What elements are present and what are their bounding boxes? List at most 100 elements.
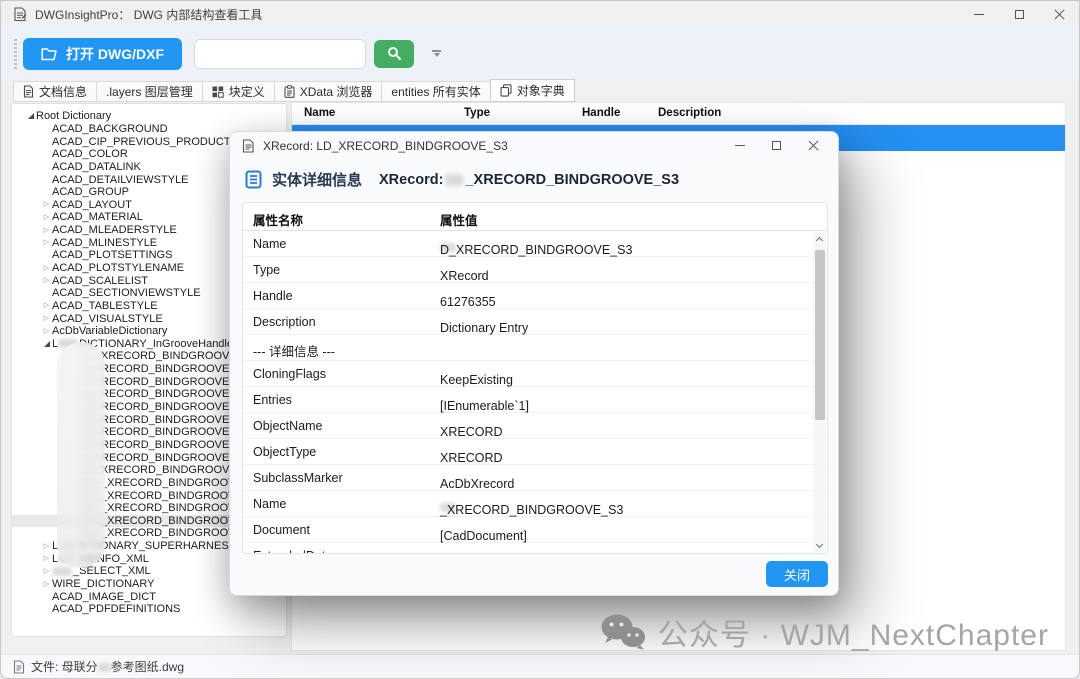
column-header-handle[interactable]: Handle xyxy=(582,107,620,119)
dialog-close-action-button[interactable]: 关闭 xyxy=(766,561,828,587)
tree-item-label: _SELECT_XML xyxy=(73,565,151,577)
property-name: ObjectName xyxy=(253,419,322,433)
tree-item-label: ACAD_MLINESTYLE xyxy=(52,237,157,249)
search-input[interactable] xyxy=(194,39,366,69)
property-row[interactable]: DescriptionDictionary Entry xyxy=(243,309,827,335)
chevron-collapsed-icon[interactable] xyxy=(41,555,52,562)
tab-xdata[interactable]: XData 浏览器 xyxy=(274,81,382,102)
status-bar: 文件: 母联分参考图纸.dwg xyxy=(1,654,1079,678)
property-row[interactable]: Handle 61276355 xyxy=(243,283,827,309)
property-row[interactable]: --- 详细信息 --- xyxy=(243,335,827,361)
minimize-icon xyxy=(735,145,745,146)
tree-item-label: ACAD_TABLESTYLE xyxy=(52,300,158,312)
chevron-collapsed-icon[interactable] xyxy=(41,302,52,309)
property-value-text: KeepExisting xyxy=(440,373,513,387)
tree-item-label: DICTIONARY_InGrooveHandle xyxy=(79,338,233,350)
property-row[interactable]: Name_XRECORD_BINDGROOVE_S3 xyxy=(243,491,827,517)
copy-icon xyxy=(500,84,512,97)
chevron-collapsed-icon[interactable] xyxy=(41,227,52,234)
property-row[interactable]: ExtendedData[ExtendedDataDictionary] xyxy=(243,543,827,554)
tab-doc-info[interactable]: 文档信息 xyxy=(13,81,96,102)
property-name: Handle xyxy=(253,289,293,303)
scroll-down-button[interactable] xyxy=(813,538,826,552)
chevron-expanded-icon[interactable] xyxy=(25,113,36,119)
chevron-collapsed-icon[interactable] xyxy=(41,239,52,246)
chevron-collapsed-icon[interactable] xyxy=(41,328,52,335)
censor-blur xyxy=(80,478,100,487)
property-name: ObjectType xyxy=(253,445,316,459)
toolbar-grip[interactable] xyxy=(14,39,17,69)
maximize-icon xyxy=(1015,10,1024,19)
tab-blocks[interactable]: 块定义 xyxy=(202,81,274,102)
property-row[interactable]: NameD_XRECORD_BINDGROOVE_S3 xyxy=(243,231,827,257)
minimize-button[interactable] xyxy=(959,1,999,27)
property-row[interactable]: TypeXRecord xyxy=(243,257,827,283)
chevron-collapsed-icon[interactable] xyxy=(41,214,52,221)
dialog-scrollbar[interactable] xyxy=(813,232,826,552)
tab-layers[interactable]: .layers 图层管理 xyxy=(96,81,202,102)
close-button[interactable] xyxy=(1039,1,1079,27)
column-header-name[interactable]: Name xyxy=(304,107,335,119)
property-row[interactable]: Entries[IEnumerable`1] xyxy=(243,387,827,413)
chevron-collapsed-icon[interactable] xyxy=(41,568,52,575)
tree-item-label: ICTIONARY_SUPERHARNESS xyxy=(79,540,236,552)
maximize-button[interactable] xyxy=(999,1,1039,27)
search-button[interactable] xyxy=(374,40,414,68)
property-value-text: [CadDocument] xyxy=(440,529,527,543)
title-bar: DWGInsightPro： DWG 内部结构查看工具 xyxy=(1,1,1079,27)
clipboard-icon xyxy=(284,85,295,98)
entity-table-header: Name Type Handle Description xyxy=(292,103,1065,125)
tree-item-label: ACAD_IMAGE_DICT xyxy=(52,591,156,603)
chevron-collapsed-icon[interactable] xyxy=(41,277,52,284)
chevron-expanded-icon[interactable] xyxy=(41,341,52,347)
open-dwg-button[interactable]: 打开 DWG/DXF xyxy=(23,38,182,70)
tree-item[interactable]: ACAD_PDFDEFINITIONS xyxy=(12,603,286,616)
document-icon xyxy=(23,85,34,98)
tree-item-label: ACAD_DATALINK xyxy=(52,161,141,173)
tab-label: 对象字典 xyxy=(517,82,565,99)
tree-item-label: ACAD_LAYOUT xyxy=(52,199,132,211)
scrollbar-thumb[interactable] xyxy=(815,250,825,420)
censor-blur xyxy=(80,491,100,500)
dialog-close-button[interactable] xyxy=(795,132,832,159)
chevron-collapsed-icon[interactable] xyxy=(41,201,52,208)
property-row[interactable]: ObjectTypeXRECORD xyxy=(243,439,827,465)
chevron-collapsed-icon[interactable] xyxy=(41,543,52,550)
tree-item[interactable]: Root Dictionary xyxy=(12,110,286,123)
property-row[interactable]: ObjectNameXRECORD xyxy=(243,413,827,439)
dialog-header-value-text: _XRECORD_BINDGROOVE_S3 xyxy=(465,172,679,188)
property-row[interactable]: Document[CadDocument] xyxy=(243,517,827,543)
tab-entities[interactable]: entities 所有实体 xyxy=(381,81,489,102)
status-file-prefix: 文件: 母联分 xyxy=(31,660,98,674)
property-value-text: [IEnumerable`1] xyxy=(440,399,529,413)
censor-blur xyxy=(445,174,463,186)
column-header-property-value: 属性值 xyxy=(440,210,478,229)
app-window: DWGInsightPro： DWG 内部结构查看工具 打开 DWG/DXF 文… xyxy=(0,0,1080,679)
censor-blur xyxy=(58,554,78,563)
censor-blur xyxy=(58,339,78,348)
dialog-minimize-button[interactable] xyxy=(721,132,758,159)
column-header-type[interactable]: Type xyxy=(464,107,490,119)
chevron-collapsed-icon[interactable] xyxy=(41,581,52,588)
censor-blur xyxy=(80,415,100,424)
tree-item-label: ACAD_PLOTSETTINGS xyxy=(52,249,172,261)
property-row[interactable]: SubclassMarkerAcDbXrecord xyxy=(243,465,827,491)
chevron-collapsed-icon[interactable] xyxy=(41,315,52,322)
toolbar-overflow-button[interactable] xyxy=(432,50,441,57)
dialog-maximize-button[interactable] xyxy=(758,132,795,159)
property-value-text: 61276355 xyxy=(440,295,496,309)
tab-label: .layers 图层管理 xyxy=(106,83,193,100)
scroll-up-button[interactable] xyxy=(813,232,826,246)
chevron-collapsed-icon[interactable] xyxy=(41,265,52,272)
search-icon xyxy=(387,46,402,61)
censor-blur xyxy=(98,663,111,672)
property-value-text: AcDbXrecord xyxy=(440,477,514,491)
property-name: Name xyxy=(253,497,286,511)
window-title: DWGInsightPro： DWG 内部结构查看工具 xyxy=(35,6,262,23)
censor-blur xyxy=(80,440,100,449)
property-row[interactable]: CloningFlagsKeepExisting xyxy=(243,361,827,387)
column-header-description[interactable]: Description xyxy=(658,107,721,119)
app-icon xyxy=(13,7,27,22)
dialog-window-controls xyxy=(721,132,832,159)
tab-object-dict[interactable]: 对象字典 xyxy=(490,79,575,102)
